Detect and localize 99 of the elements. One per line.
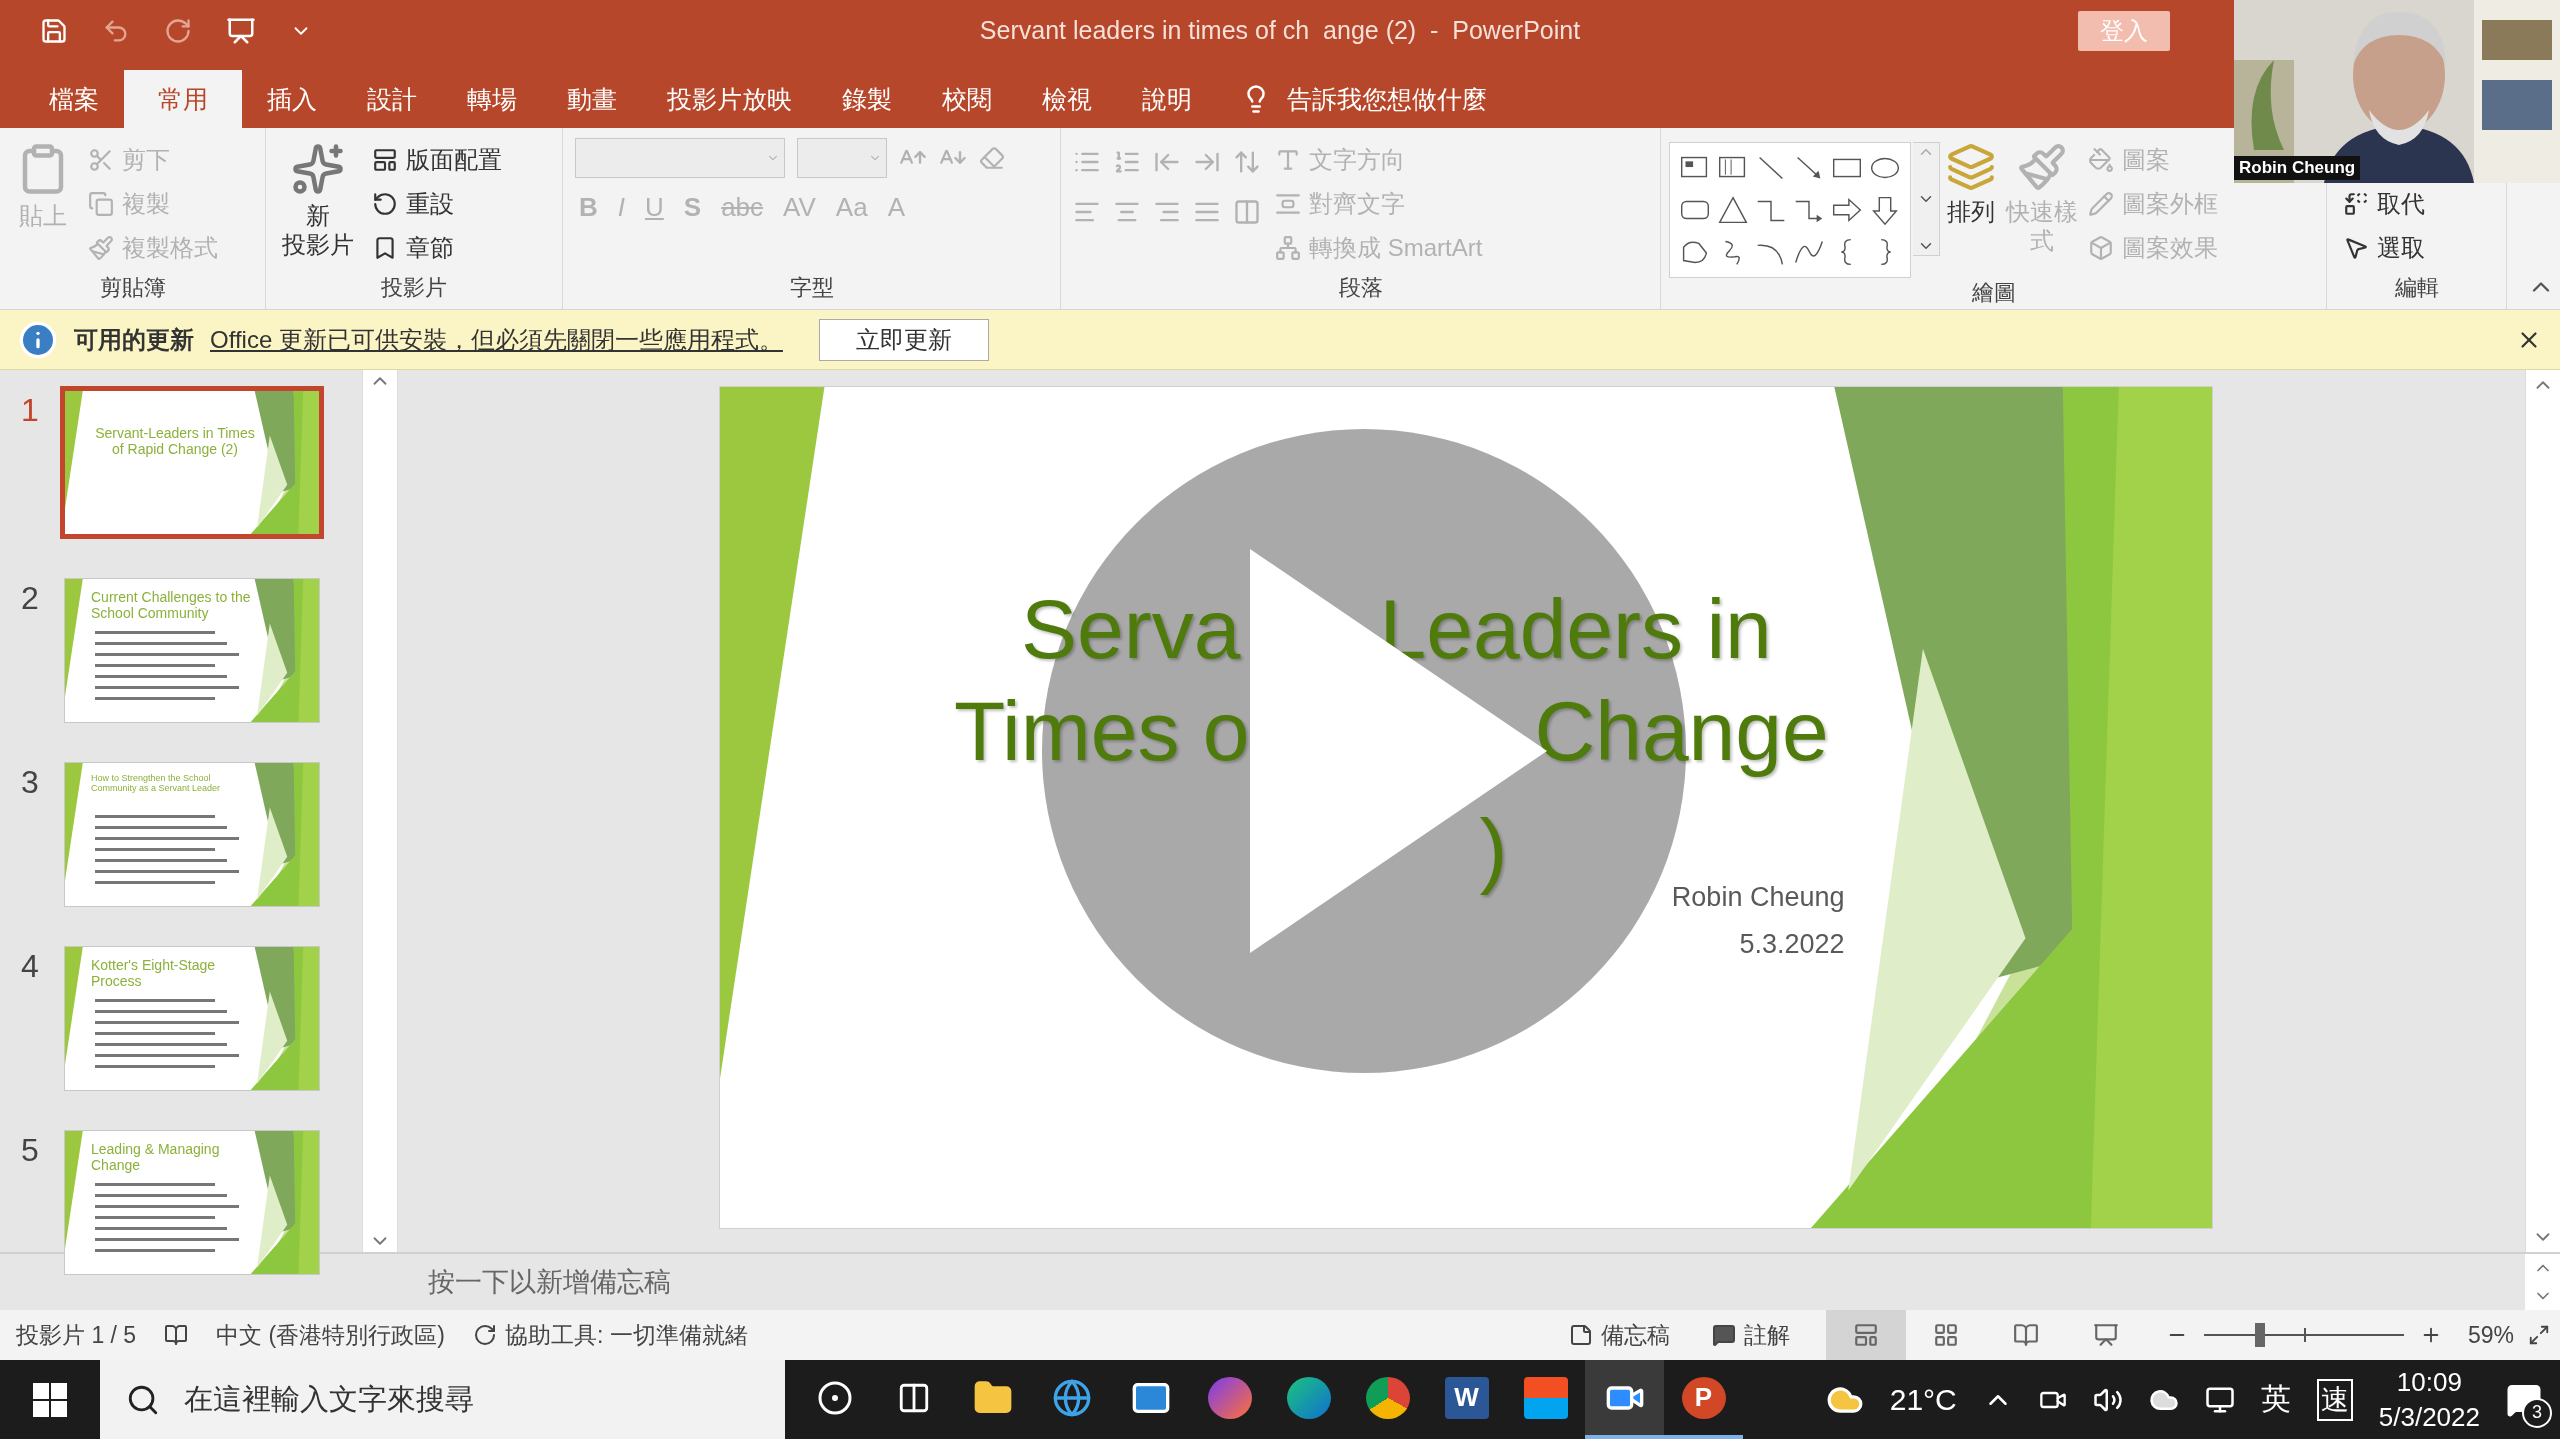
presentation-icon[interactable]: [226, 16, 256, 46]
group-label: 投影片: [381, 274, 447, 302]
update-now-button[interactable]: 立即更新: [818, 318, 989, 361]
powerpoint-app-icon: P: [1681, 1376, 1726, 1419]
book-icon: [2012, 1322, 2039, 1348]
replace-icon: [2343, 191, 2369, 217]
thumbnail-title: Current Challenges to the School Community: [91, 589, 252, 622]
accessibility-text[interactable]: 協助工具: 一切準備就緒: [504, 1319, 748, 1351]
ime-language[interactable]: 英: [2260, 1379, 2291, 1420]
copy-icon: [88, 191, 114, 217]
paintbrush-icon: [88, 235, 114, 261]
ribbon-tab[interactable]: 設計: [342, 70, 442, 128]
pencil-icon: [2088, 191, 2114, 217]
ribbon-tab[interactable]: 說明: [1117, 70, 1217, 128]
notes-icon: [1568, 1323, 1593, 1347]
font-size-field[interactable]: [797, 138, 887, 178]
paint-bucket-icon: [2088, 147, 2114, 173]
circle-icon: [816, 1379, 853, 1416]
clock-time[interactable]: 10:09: [2396, 1366, 2462, 1398]
reset-icon: [372, 191, 398, 217]
slide-number: 2: [20, 579, 40, 617]
grid-view-icon: [1932, 1322, 1959, 1348]
ribbon-tab[interactable]: 錄製: [817, 70, 917, 128]
smartart-icon: [1275, 235, 1301, 261]
layout-icon: [372, 147, 398, 173]
box-icon: [2088, 235, 2114, 261]
layers-icon: [1946, 142, 1996, 192]
ribbon-tab[interactable]: 常用: [124, 70, 242, 128]
scissors-icon: [88, 147, 114, 173]
store-app-icon: [1523, 1376, 1568, 1419]
ribbon-button[interactable]: 取代: [2339, 186, 2429, 222]
group-label: 編輯: [2394, 274, 2439, 302]
group-label: 字型: [789, 274, 834, 302]
redo-icon[interactable]: [164, 17, 192, 45]
globe-icon: [1051, 1377, 1092, 1418]
thumbnail-title: Leading & Managing Change: [91, 1141, 221, 1174]
comment-icon: [1711, 1323, 1736, 1347]
notes-field[interactable]: 按一下以新增備忘稿: [428, 1264, 671, 1300]
slide-title: Times o: [953, 689, 1250, 773]
slide-counter: 投影片 1 / 5: [16, 1320, 137, 1350]
ribbon-button[interactable]: 選取: [2339, 230, 2429, 266]
notes-button[interactable]: 備忘稿: [1562, 1318, 1676, 1352]
thumbnail-title: Servant-Leaders in Times of Rapid Change (2): [95, 425, 255, 458]
author-text: Robin Cheung: [1671, 882, 1845, 913]
ribbon-tab[interactable]: 插入: [242, 70, 342, 128]
thumbnail-title: Kotter's Eight-Stage Process: [91, 957, 217, 990]
temperature-text: 21°C: [1889, 1382, 1957, 1417]
participant-name: Robin Cheung: [2234, 156, 2361, 180]
date-text: 5.3.2022: [1739, 929, 1845, 960]
group-label: 剪貼簿: [99, 274, 166, 302]
slide-number: 4: [20, 947, 40, 985]
new-slide-button[interactable]: 新 投影片: [278, 138, 358, 273]
tell-me-field[interactable]: 告訴我您想做什麼: [1287, 82, 1487, 116]
notification-count: 3: [2522, 1397, 2552, 1428]
new-slide-icon: [291, 142, 345, 196]
presentation-icon: [2092, 1322, 2119, 1348]
font-name-field[interactable]: [575, 138, 785, 178]
slide-number: 3: [20, 763, 40, 801]
clock-date[interactable]: 5/3/2022: [2378, 1401, 2480, 1433]
slide-title: Leaders in: [1379, 587, 1772, 671]
ribbon-tab[interactable]: 轉場: [442, 70, 542, 128]
ribbon-button[interactable]: 重設: [368, 186, 506, 222]
language-text[interactable]: 中文 (香港特別行政區): [216, 1319, 445, 1351]
slide-number: 5: [20, 1131, 40, 1169]
taskbar-search-field[interactable]: 在這裡輸入文字來搜尋: [100, 1360, 785, 1439]
ribbon-button[interactable]: 章節: [368, 230, 506, 266]
group-label: 段落: [1338, 274, 1383, 302]
taskbar-app-button[interactable]: [1585, 1360, 1664, 1439]
info-title: 可用的更新: [74, 324, 194, 355]
comments-button[interactable]: 註解: [1705, 1318, 1796, 1352]
accessibility-icon: [472, 1323, 497, 1347]
ribbon-tab[interactable]: 投影片放映: [642, 70, 817, 128]
thumbnail-title: How to Strengthen the School Community as a Servant Leader: [91, 773, 222, 794]
fit-slide-icon[interactable]: [2528, 1324, 2550, 1346]
taskbar-app-button[interactable]: W: [1427, 1360, 1506, 1439]
ime-mode[interactable]: 速: [2316, 1378, 2353, 1421]
windows-logo-icon[interactable]: [33, 1382, 67, 1417]
save-icon[interactable]: [40, 17, 68, 45]
paintbrush-icon: [2017, 142, 2067, 192]
group-label: 繪圖: [1971, 279, 2016, 307]
ribbon-button[interactable]: 版面配置: [368, 142, 506, 178]
info-icon: [18, 319, 58, 360]
pointer-icon: [2343, 235, 2369, 261]
info-link[interactable]: Office 更新已可供安裝，但必須先關閉一些應用程式。: [210, 323, 783, 356]
ribbon-tab[interactable]: 檔案: [24, 70, 124, 128]
slide-title: Serva: [1021, 587, 1241, 671]
arrange-button[interactable]: 排列: [1942, 138, 2000, 278]
word-app-icon: W: [1444, 1376, 1489, 1419]
align-text-icon: [1275, 191, 1301, 217]
zoom-level[interactable]: 59%: [2467, 1321, 2514, 1349]
view-button[interactable]: [1825, 1310, 1906, 1360]
slide-number: 1: [20, 391, 40, 429]
ribbon-tab[interactable]: 校閱: [917, 70, 1017, 128]
window-title: Servant leaders in times of ch ange (2) - PowerPoint: [979, 16, 1581, 45]
normal-view-icon: [1852, 1322, 1879, 1348]
spelling-icon: [164, 1323, 189, 1347]
taskbar-app-button[interactable]: P: [1664, 1360, 1743, 1439]
ribbon-tab[interactable]: 檢視: [1017, 70, 1117, 128]
ribbon-tab[interactable]: 動畫: [542, 70, 642, 128]
